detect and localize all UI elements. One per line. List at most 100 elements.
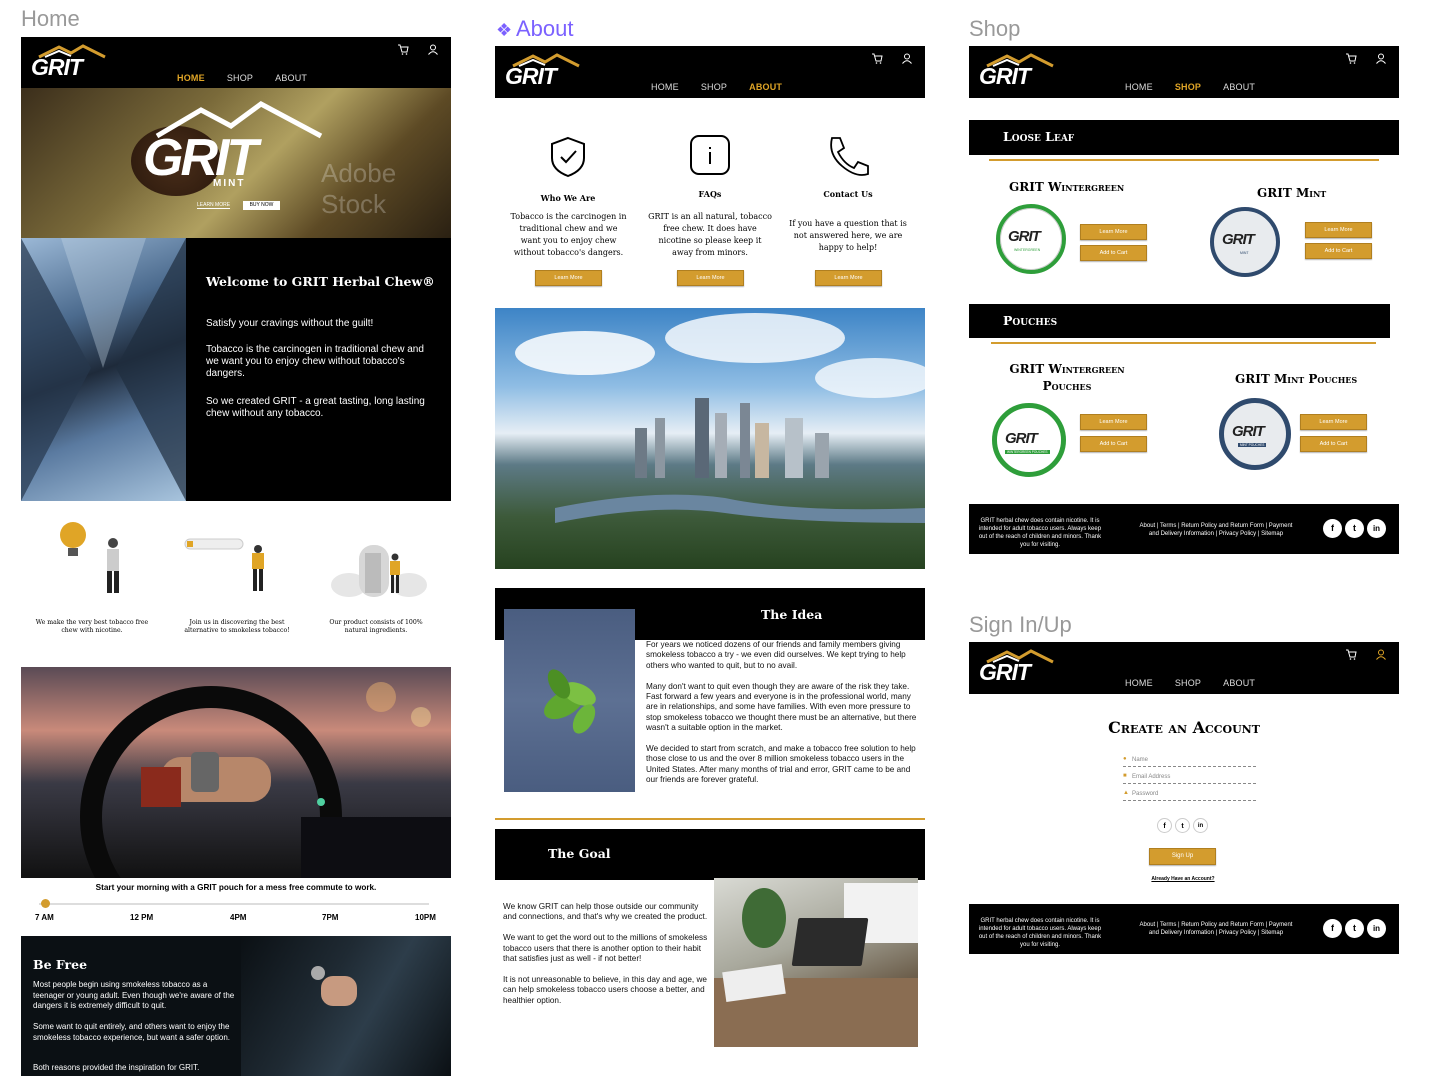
linkedin-icon[interactable]: in (1367, 919, 1386, 938)
lightbulb-illustration (60, 522, 119, 593)
logo-text: GRIT (979, 63, 1031, 89)
desk-scene (714, 883, 918, 1047)
feature-text-1: We make the very best tobacco free chew … (35, 619, 149, 634)
footer-social: f t in (1323, 519, 1386, 538)
nav-about[interactable]: ABOUT (1223, 678, 1255, 688)
nav-home[interactable]: HOME (177, 73, 205, 83)
city-skyline (515, 313, 925, 523)
user-icon[interactable] (901, 53, 913, 64)
name-placeholder: Name (1132, 757, 1149, 763)
card-text-contact: If you have a question that is not answe… (789, 219, 907, 252)
goal-title: The Goal (548, 846, 611, 861)
idea-p1: For years we noticed dozens of our frien… (646, 640, 906, 670)
nav-shop[interactable]: SHOP (227, 73, 253, 83)
nav-shop[interactable]: SHOP (701, 82, 727, 92)
signup-footer: GRIT herbal chew does contain nicotine. … (969, 904, 1399, 954)
logo-text: GRIT (505, 63, 557, 89)
tin-wintergreen[interactable]: GRIT WINTERGREEN (996, 204, 1066, 274)
already-account-link[interactable]: Already Have an Account? (969, 876, 1397, 882)
hero-buy-now[interactable]: BUY NOW (243, 201, 280, 210)
shop-frame: GRIT HOME SHOP ABOUT Loose Leaf GRIT Win… (969, 46, 1399, 556)
user-icon[interactable] (1375, 53, 1387, 64)
nav-about[interactable]: ABOUT (275, 73, 307, 83)
signup-frame: GRIT HOME SHOP ABOUT Create an Account ●… (969, 642, 1399, 958)
mint-pouches-add-to-cart-button[interactable]: Add to Cart (1300, 436, 1367, 452)
contact-learn-more-button[interactable]: Learn More (815, 270, 882, 286)
cart-icon[interactable] (871, 53, 883, 64)
facebook-icon[interactable]: f (1157, 818, 1172, 833)
welcome-p1: Satisfy your cravings without the guilt! (206, 318, 374, 329)
nav-home[interactable]: HOME (1125, 678, 1153, 688)
password-field[interactable]: ▲ Password (1123, 789, 1256, 801)
frame-label-about: ❖ About (496, 16, 574, 41)
phone-icon (830, 137, 869, 176)
watch-face (311, 966, 325, 980)
mail-icon: ■ (1123, 773, 1127, 779)
tin-mint-pouches[interactable]: GRIT MINT POUCHES (1219, 398, 1291, 470)
footer-links[interactable]: About | Terms | Return Policy and Return… (1137, 522, 1295, 538)
commute-caption: Start your morning with a GRIT pouch for… (95, 883, 377, 892)
tin-mint[interactable]: GRIT MINT (1210, 207, 1280, 277)
loose-leaf-title: Loose Leaf (1003, 129, 1075, 144)
mint-pouches-learn-more-button[interactable]: Learn More (1300, 414, 1367, 430)
nav-shop[interactable]: SHOP (1175, 82, 1201, 92)
time-7am: 7 AM (35, 913, 54, 922)
card-title-faqs: FAQs (698, 189, 722, 199)
befree-panel: Be Free Most people begin using smokeles… (21, 936, 451, 1076)
tin-wintergreen-pouches[interactable]: GRIT WINTERGREEN POUCHES (992, 403, 1066, 477)
shop-navbar: GRIT HOME SHOP ABOUT (969, 46, 1399, 98)
hero-learn-more[interactable]: LEARN MORE (197, 202, 231, 209)
mint-add-to-cart-button[interactable]: Add to Cart (1305, 243, 1372, 259)
info-icon (690, 135, 730, 175)
user-icon[interactable] (1375, 649, 1387, 660)
twitter-icon[interactable]: t (1175, 818, 1190, 833)
card-title-who: Who We Are (540, 193, 596, 203)
twitter-icon[interactable]: t (1345, 519, 1364, 538)
time-12pm: 12 PM (130, 913, 154, 922)
loose-leaf-divider (989, 159, 1379, 161)
who-learn-more-button[interactable]: Learn More (535, 270, 602, 286)
signup-button[interactable]: Sign Up (1149, 848, 1216, 865)
card-text-who: Tobacco is the carcinogen in traditional… (510, 212, 627, 257)
product-name-wintergreen-pouches: GRIT Wintergreen Pouches (1009, 362, 1125, 393)
footer-disclaimer: GRIT herbal chew does contain nicotine. … (978, 918, 1102, 948)
cart-icon[interactable] (397, 44, 409, 55)
mint-image (504, 609, 635, 792)
email-field[interactable]: ■ Email Address (1123, 772, 1256, 784)
tin-logo: GRIT (1232, 423, 1265, 440)
timeline-track (39, 903, 429, 905)
about-nav-links: HOME SHOP ABOUT (651, 82, 782, 92)
lock-icon: ▲ (1123, 790, 1129, 796)
tin-sub: MINT (1240, 251, 1249, 255)
goal-body: We know GRIT can help those outside our … (503, 902, 708, 1016)
nav-shop[interactable]: SHOP (1175, 678, 1201, 688)
nav-about[interactable]: ABOUT (749, 82, 782, 92)
faqs-learn-more-button[interactable]: Learn More (677, 270, 744, 286)
cart-icon[interactable] (1345, 53, 1357, 64)
nav-home[interactable]: HOME (651, 82, 679, 92)
cart-icon[interactable] (1345, 649, 1357, 660)
mint-learn-more-button[interactable]: Learn More (1305, 222, 1372, 238)
time-10pm: 10PM (415, 913, 436, 922)
timeline-handle[interactable] (41, 899, 50, 908)
linkedin-icon[interactable]: in (1193, 818, 1208, 833)
wintergreen-pouches-learn-more-button[interactable]: Learn More (1080, 414, 1147, 430)
hero-image: Adobe Stock GRIT MINT LEARN MORE BUY NOW (21, 88, 451, 238)
user-icon[interactable] (427, 44, 439, 55)
name-field[interactable]: ● Name (1123, 755, 1256, 767)
linkedin-icon[interactable]: in (1367, 519, 1386, 538)
nav-home[interactable]: HOME (1125, 82, 1153, 92)
card-title-contact: Contact Us (823, 189, 873, 199)
pouches-title: Pouches (1003, 313, 1058, 328)
wintergreen-pouches-add-to-cart-button[interactable]: Add to Cart (1080, 436, 1147, 452)
nav-about[interactable]: ABOUT (1223, 82, 1255, 92)
shield-check-icon (551, 136, 585, 178)
footer-links[interactable]: About | Terms | Return Policy and Return… (1137, 921, 1295, 937)
wintergreen-add-to-cart-button[interactable]: Add to Cart (1080, 245, 1147, 261)
facebook-icon[interactable]: f (1323, 919, 1342, 938)
feature-text-3: Our product consists of 100% natural ing… (329, 619, 423, 634)
facebook-icon[interactable]: f (1323, 519, 1342, 538)
twitter-icon[interactable]: t (1345, 919, 1364, 938)
person-icon: ● (1123, 756, 1127, 762)
wintergreen-learn-more-button[interactable]: Learn More (1080, 224, 1147, 240)
